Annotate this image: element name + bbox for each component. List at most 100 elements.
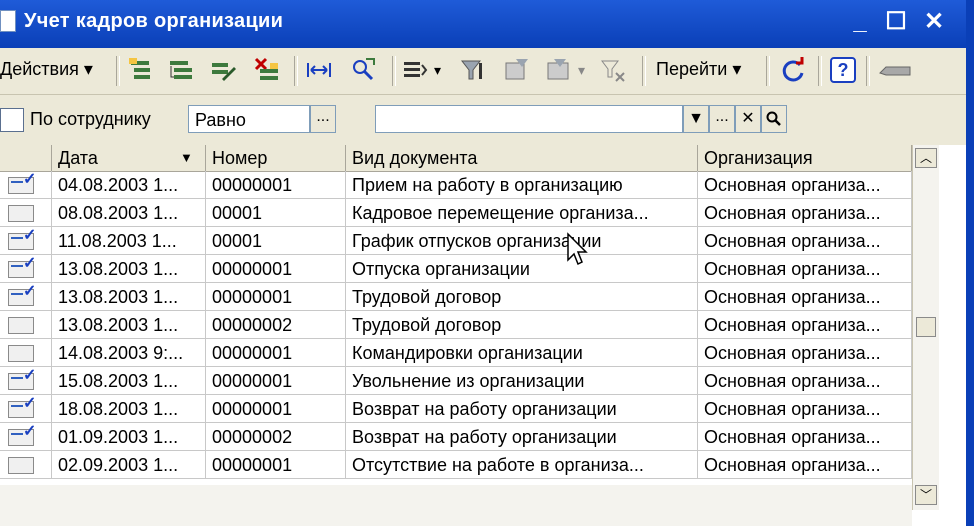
cell-date: 13.08.2003 1... [52,255,206,283]
condition-select[interactable]: Равно [188,105,310,133]
cell-type: Прием на работу в организацию [346,171,698,199]
toolbar-separator [866,56,870,86]
table-row[interactable]: ✓ 13.08.2003 1... 00000001 Отпуска организа… [0,255,912,283]
toolbar-separator [392,56,396,86]
column-header-date[interactable]: Дата ▼ [52,145,206,171]
cell-number: 00000002 [206,311,346,339]
cell-type: Увольнение из организации [346,367,698,395]
table-row[interactable]: ✓ 13.08.2003 1... 00000001 Трудовой договор… [0,283,912,311]
cell-org: Основная организа... [698,339,912,367]
cell-date: 13.08.2003 1... [52,311,206,339]
filter-value-input[interactable] [375,105,683,133]
table-row[interactable]: ✓ 01.09.2003 1... 00000002 Возврат на работ… [0,423,912,451]
by-employee-label: По сотруднику [30,109,151,129]
posted-document-icon: ✓ [8,256,36,278]
document-icon [0,10,16,32]
edit-icon[interactable] [210,57,236,83]
posted-document-icon: ✓ [8,368,36,390]
cell-type: График отпусков организации [346,227,698,255]
cell-type: Командировки организации [346,339,698,367]
scroll-down-button[interactable]: ﹀ [915,485,937,505]
column-header-number[interactable]: Номер [206,145,346,171]
cell-type: Трудовой договор [346,311,698,339]
cell-type: Возврат на работу организации [346,423,698,451]
cell-number: 00001 [206,227,346,255]
table-row[interactable]: ✓ 18.08.2003 1... 00000001 Возврат на работ… [0,395,912,423]
search-button[interactable] [761,105,787,133]
row-icon-cell: ✓ [0,367,52,395]
cell-org: Основная организа... [698,367,912,395]
table-row[interactable]: ✓ 04.08.2003 1... 00000001 Прием на работу … [0,171,912,199]
goto-menu[interactable]: Перейти ▾ [656,59,741,80]
toolbar-separator [766,56,770,86]
column-header-document-type[interactable]: Вид документа [346,145,698,171]
cell-date: 02.09.2003 1... [52,451,206,479]
cell-org: Основная организа... [698,199,912,227]
eraser-icon[interactable] [878,57,912,83]
by-employee-checkbox[interactable] [0,108,24,132]
close-button[interactable]: ✕ [920,8,948,36]
cell-type: Трудовой договор [346,283,698,311]
filter-by-value-icon[interactable] [504,57,530,83]
maximize-button[interactable]: ☐ [882,8,910,36]
cell-number: 00000001 [206,451,346,479]
toolbar-separator [294,56,298,86]
cell-org: Основная организа... [698,451,912,479]
row-icon-cell [0,451,52,479]
cell-org: Основная организа... [698,311,912,339]
column-header-organization[interactable]: Организация [698,145,912,171]
clear-value-button[interactable]: ✕ [735,105,761,133]
help-button[interactable]: ? [830,57,856,83]
cell-number: 00000002 [206,423,346,451]
filter-history-icon[interactable] [546,57,572,83]
cell-type: Отпуска организации [346,255,698,283]
vertical-scrollbar[interactable]: ︿ ﹀ [912,145,939,510]
dropdown-button[interactable]: ▼ [683,105,709,133]
find-in-tree-icon[interactable] [350,57,376,83]
document-icon [8,317,34,334]
select-value-button[interactable]: ... [709,105,735,133]
cell-type: Отсутствие на работе в организа... [346,451,698,479]
row-icon-cell: ✓ [0,423,52,451]
row-icon-cell: ✓ [0,227,52,255]
table-row[interactable]: 14.08.2003 9:... 00000001 Командировки орг… [0,339,912,367]
list-options-icon[interactable] [402,57,428,83]
mouse-cursor-icon [567,232,588,266]
condition-select-button[interactable]: ... [310,105,336,133]
table-row[interactable]: ✓ 15.08.2003 1... 00000001 Увольнение из ор… [0,367,912,395]
scroll-thumb[interactable] [916,317,936,337]
column-header-label: Дата [58,148,98,168]
toolbar: Действия ▾ ▾ ▾ Перейти ▾ ? [0,48,966,95]
row-icon-cell [0,339,52,367]
row-icon-cell: ✓ [0,283,52,311]
cell-org: Основная организа... [698,395,912,423]
filter-bar: По сотруднику Равно ... ▼ ... ✕ [0,95,966,145]
sort-arrow-icon: ▼ [180,150,193,165]
filter-history-dropdown-icon[interactable]: ▾ [578,62,585,79]
window-titlebar: Учет кадров организации _ ☐ ✕ [0,0,974,48]
add-group-icon[interactable] [168,57,194,83]
table-row[interactable]: 02.09.2003 1... 00000001 Отсутствие на раб… [0,451,912,479]
filter-icon[interactable] [460,57,486,83]
toolbar-separator [818,56,822,86]
row-icon-cell [0,311,52,339]
cell-number: 00000001 [206,283,346,311]
minimize-button[interactable]: _ [846,8,874,36]
refresh-icon[interactable] [780,57,806,83]
list-options-dropdown-icon[interactable]: ▾ [434,62,441,79]
document-icon [8,205,34,222]
toolbar-separator [116,56,120,86]
row-icon-cell: ✓ [0,171,52,199]
table-row[interactable]: ✓ 11.08.2003 1... 00001 График отпусков орг… [0,227,912,255]
table-row[interactable]: 13.08.2003 1... 00000002 Трудовой договор О… [0,311,912,339]
delete-icon[interactable] [254,57,280,83]
cell-date: 08.08.2003 1... [52,199,206,227]
table-row[interactable]: 08.08.2003 1... 00001 Кадровое перемещение… [0,199,912,227]
arrows-icon[interactable] [306,57,332,83]
posted-document-icon: ✓ [8,284,36,306]
actions-menu[interactable]: Действия ▾ [0,59,93,80]
clear-filter-icon[interactable] [600,57,626,83]
scroll-up-button[interactable]: ︿ [915,148,937,168]
cell-date: 15.08.2003 1... [52,367,206,395]
add-icon[interactable] [128,57,154,83]
